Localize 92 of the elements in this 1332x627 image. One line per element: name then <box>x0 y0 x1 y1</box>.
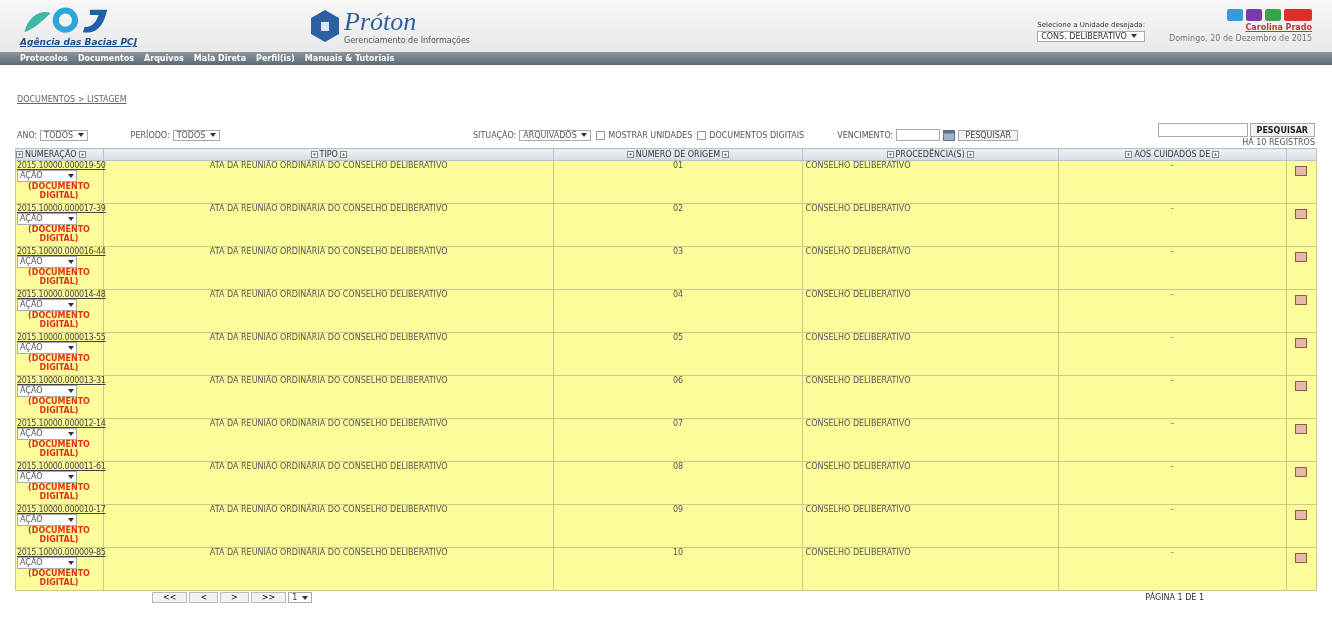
table-cell: - <box>1058 547 1287 591</box>
table-cell: 04 <box>553 289 803 333</box>
pagination-button[interactable]: < <box>189 592 219 603</box>
document-number-link[interactable]: 2015.10000.000016-44 <box>17 247 106 256</box>
table-cell: CONSELHO DELIBERATIVO <box>802 332 1059 376</box>
period-label: PERÍODO: <box>130 130 170 140</box>
unit-select[interactable]: CONS. DELIBERATIVO <box>1037 30 1145 42</box>
due-date-label: VENCIMENTO: <box>837 130 894 140</box>
document-number-link[interactable]: 2015.10000.000013-31 <box>17 376 106 385</box>
action-select[interactable]: AÇÃO <box>17 342 77 354</box>
action-select[interactable]: AÇÃO <box>17 213 77 225</box>
table-cell: 06 <box>553 375 803 419</box>
document-number-link[interactable]: 2015.10000.000009-85 <box>17 548 106 557</box>
table-cell: CONSELHO DELIBERATIVO <box>802 418 1059 462</box>
table-cell: 09 <box>553 504 803 548</box>
checkbox-label: DOCUMENTOS DIGITAIS <box>709 130 805 140</box>
year-select[interactable]: TODOS <box>40 129 88 141</box>
digital-document-label: (DOCUMENTO DIGITAL) <box>27 311 91 329</box>
table-cell: CONSELHO DELIBERATIVO <box>802 289 1059 333</box>
action-select[interactable]: AÇÃO <box>17 299 77 311</box>
table-cell: - <box>1058 289 1287 333</box>
table-cell: - <box>1058 332 1287 376</box>
app-title: Próton <box>344 7 418 36</box>
action-select[interactable]: AÇÃO <box>17 557 77 569</box>
current-date: Domingo, 20 de Dezembro de 2015 <box>1169 34 1312 43</box>
menu-item[interactable]: Mala Direta <box>193 54 247 63</box>
pagination-button[interactable]: >> <box>250 592 287 603</box>
table-cell: CONSELHO DELIBERATIVO <box>802 504 1059 548</box>
table-cell: CONSELHO DELIBERATIVO <box>802 160 1059 204</box>
app-subtitle: Gerenciamento de Informações <box>344 35 471 45</box>
action-select[interactable]: AÇÃO <box>17 428 77 440</box>
digital-document-label: (DOCUMENTO DIGITAL) <box>27 268 91 286</box>
organization-name: Agência das Bacias PCJ <box>20 37 139 47</box>
page-select[interactable]: 1 <box>288 592 312 603</box>
digital-document-label: (DOCUMENTO DIGITAL) <box>27 483 91 501</box>
action-select[interactable]: AÇÃO <box>17 170 77 182</box>
status-label: SITUAÇÃO: <box>472 130 517 140</box>
action-select[interactable]: AÇÃO <box>17 471 77 483</box>
period-select[interactable]: TODOS <box>172 129 220 141</box>
document-number-link[interactable]: 2015.10000.000010-17 <box>17 505 106 514</box>
digital-document-label: (DOCUMENTO DIGITAL) <box>27 397 91 415</box>
breadcrumb: DOCUMENTOS > LISTAGEM <box>17 95 128 104</box>
action-select[interactable]: AÇÃO <box>17 256 77 268</box>
action-select[interactable]: AÇÃO <box>17 514 77 526</box>
menu-item[interactable]: Arquivos <box>144 54 184 63</box>
digital-document-label: (DOCUMENTO DIGITAL) <box>27 526 91 544</box>
table-cell: 05 <box>553 332 803 376</box>
table-cell: - <box>1058 461 1287 505</box>
table-cell: 08 <box>553 461 803 505</box>
digital-document-label: (DOCUMENTO DIGITAL) <box>27 225 91 243</box>
digital-document-label: (DOCUMENTO DIGITAL) <box>27 440 91 458</box>
table-cell: - <box>1058 203 1287 247</box>
document-number-link[interactable]: 2015.10000.000014-48 <box>17 290 106 299</box>
digital-document-label: (DOCUMENTO DIGITAL) <box>27 182 91 200</box>
digital-document-label: (DOCUMENTO DIGITAL) <box>27 354 91 372</box>
table-cell: CONSELHO DELIBERATIVO <box>802 203 1059 247</box>
table-cell: CONSELHO DELIBERATIVO <box>802 461 1059 505</box>
document-number-link[interactable]: 2015.10000.000017-39 <box>17 204 106 213</box>
document-number-link[interactable]: 2015.10000.000019-50 <box>17 161 106 170</box>
menu-item[interactable]: Protocolos <box>20 54 68 63</box>
pagination-button[interactable]: << <box>152 592 188 603</box>
year-label: ANO: <box>17 130 38 140</box>
search-button[interactable]: PESQUISAR <box>1249 123 1315 137</box>
pagination-button[interactable]: > <box>220 592 249 603</box>
menu-item[interactable]: Documentos <box>77 54 134 63</box>
document-number-link[interactable]: 2015.10000.000011-61 <box>17 462 106 471</box>
table-cell: 01 <box>553 160 803 204</box>
record-count: HÁ 10 REGISTROS <box>1242 138 1315 147</box>
table-cell: CONSELHO DELIBERATIVO <box>802 246 1059 290</box>
action-select[interactable]: AÇÃO <box>17 385 77 397</box>
table-cell: - <box>1058 375 1287 419</box>
menu-item[interactable]: Manuais & Tutoriais <box>304 54 395 63</box>
table-cell: - <box>1058 504 1287 548</box>
document-number-link[interactable]: 2015.10000.000012-14 <box>17 419 106 428</box>
table-cell: CONSELHO DELIBERATIVO <box>802 547 1059 591</box>
table-cell: 02 <box>553 203 803 247</box>
document-number-link[interactable]: 2015.10000.000013-55 <box>17 333 106 342</box>
menu-item[interactable]: Perfil(is) <box>256 54 295 63</box>
table-cell: 10 <box>553 547 803 591</box>
column-header[interactable]: TIPO <box>319 149 338 159</box>
table-cell: 03 <box>553 246 803 290</box>
table-cell: - <box>1058 246 1287 290</box>
digital-document-label: (DOCUMENTO DIGITAL) <box>27 569 91 587</box>
table-cell: - <box>1058 418 1287 462</box>
table-cell: - <box>1058 160 1287 204</box>
checkbox-label: MOSTRAR UNIDADES <box>608 130 693 140</box>
table-cell: CONSELHO DELIBERATIVO <box>802 375 1059 419</box>
search-button[interactable]: PESQUISAR <box>958 129 1019 141</box>
table-cell: 07 <box>553 418 803 462</box>
user-name-link[interactable]: Carolina Prado <box>1245 23 1312 32</box>
status-select[interactable]: ARQUIVADOS <box>519 129 592 141</box>
page-info: PÁGINA 1 DE 1 <box>1145 593 1204 602</box>
